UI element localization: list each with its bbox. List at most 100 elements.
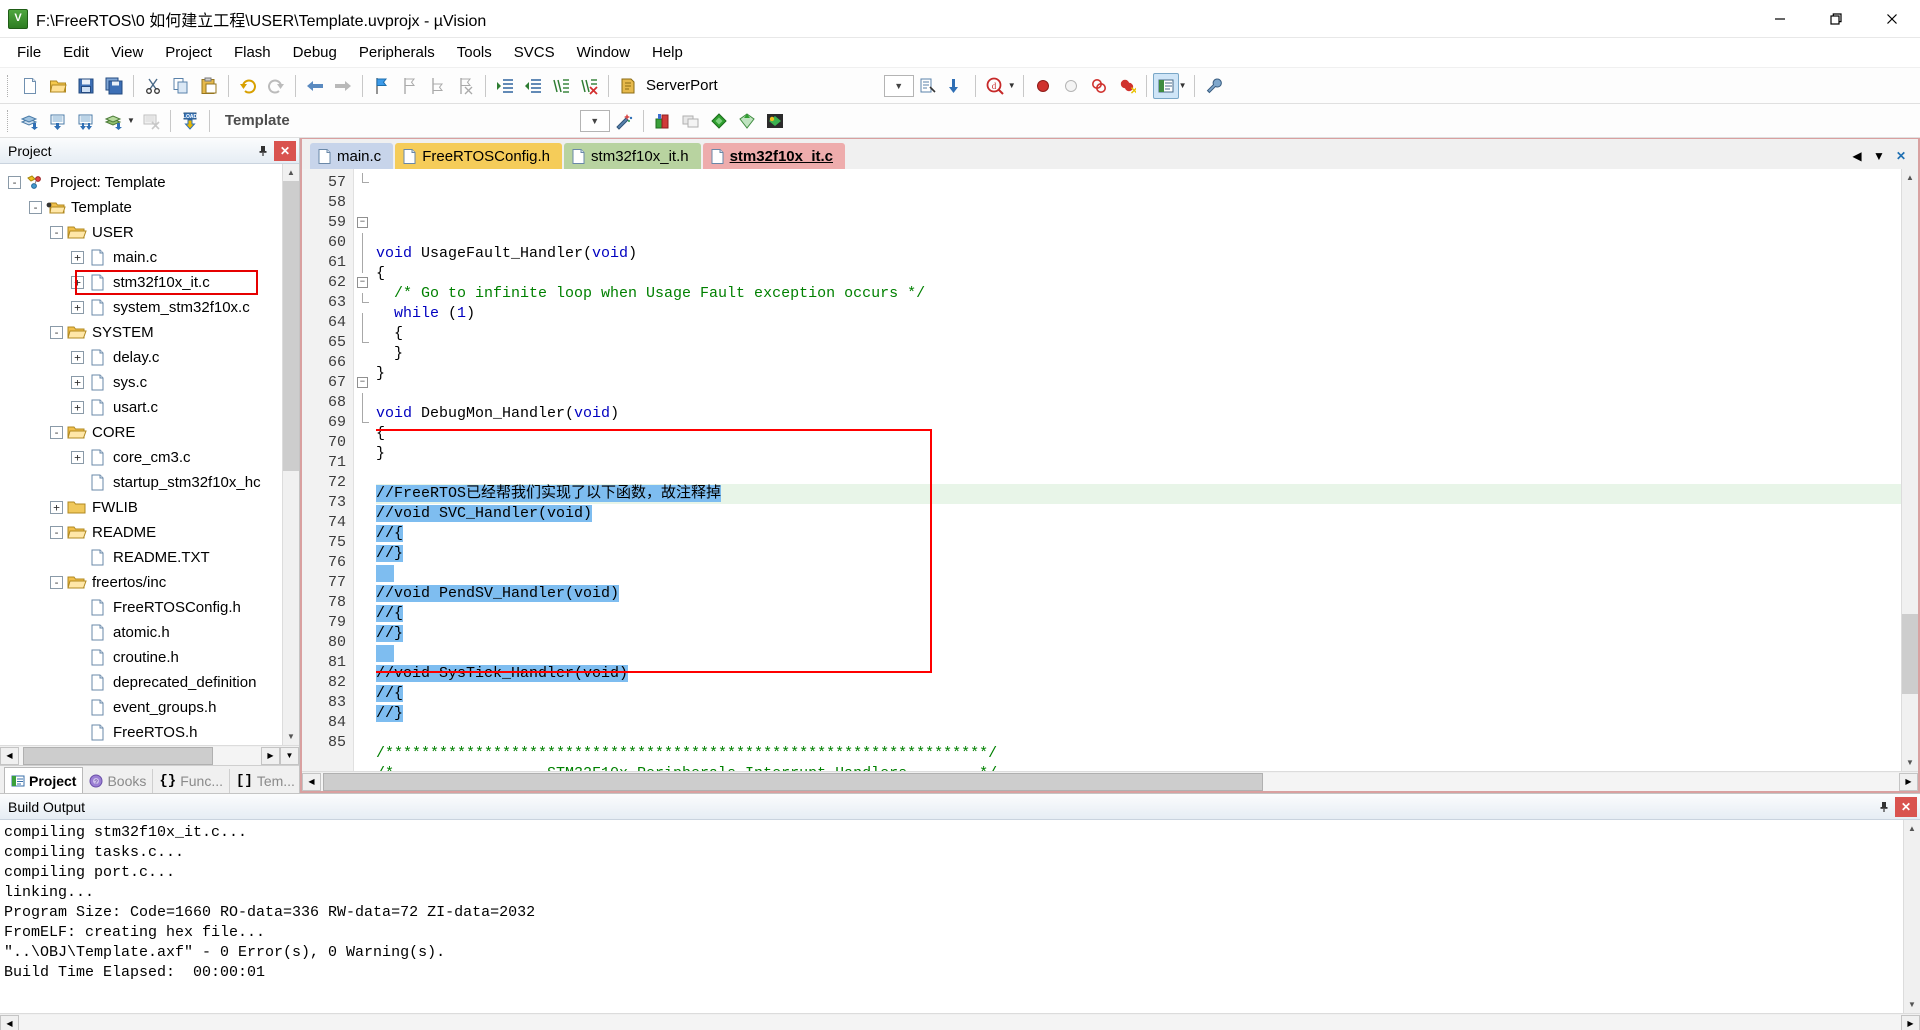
close-button[interactable]	[1864, 0, 1920, 38]
navigate-back-icon[interactable]	[302, 73, 328, 99]
fold-marker[interactable]	[354, 293, 376, 313]
tab-templates[interactable]: [] Tem...	[230, 769, 302, 793]
debug-dropdown-caret-icon[interactable]: ▼	[1008, 81, 1016, 90]
fold-marker[interactable]	[354, 253, 376, 273]
code-line[interactable]	[376, 564, 1901, 584]
hscroll-thumb[interactable]	[23, 746, 213, 765]
fold-marker[interactable]	[354, 393, 376, 413]
tree-item-core[interactable]: - CORE	[4, 420, 282, 445]
menu-edit[interactable]: Edit	[52, 40, 100, 65]
scroll-up-arrow-icon[interactable]: ▲	[283, 164, 299, 181]
code-vertical-scrollbar[interactable]: ▲ ▼	[1901, 169, 1918, 771]
scroll-up-arrow-icon[interactable]: ▲	[1902, 169, 1918, 186]
fold-collapse-icon[interactable]: −	[357, 277, 368, 288]
project-tree-container[interactable]: - Project: Template - Template - USER + main.c +…	[0, 164, 299, 745]
fold-marker[interactable]	[354, 413, 376, 433]
code-line[interactable]: //}	[376, 624, 1901, 644]
pin-icon[interactable]	[1873, 797, 1895, 817]
collapse-toggle-icon[interactable]: -	[50, 526, 63, 539]
manage-windows-caret-icon[interactable]: ▼	[1179, 81, 1187, 90]
expand-toggle-icon[interactable]: +	[71, 251, 84, 264]
code-line[interactable]: }	[376, 344, 1901, 364]
menu-project[interactable]: Project	[154, 40, 223, 65]
code-line[interactable]: //void SysTick_Handler(void)	[376, 664, 1901, 684]
jump-to-definition-icon[interactable]	[943, 73, 969, 99]
tree-item-core-cm3-c[interactable]: + core_cm3.c	[4, 445, 282, 470]
scroll-right-arrow-icon[interactable]: ▶	[1901, 1014, 1920, 1030]
project-tree-vertical-scrollbar[interactable]: ▲ ▼	[282, 164, 299, 745]
tab-books[interactable]: ? Books	[83, 769, 154, 793]
editor-tab-stm32f10x-it-h[interactable]: stm32f10x_it.h	[564, 143, 701, 169]
editor-tab-main-c[interactable]: main.c	[310, 143, 394, 169]
tree-item-template[interactable]: - Template	[4, 195, 282, 220]
tree-item-atomic-h[interactable]: atomic.h	[4, 620, 282, 645]
collapse-toggle-icon[interactable]: -	[50, 226, 63, 239]
fold-marker[interactable]: −	[354, 373, 376, 393]
scroll-more-arrow-icon[interactable]: ▼	[280, 746, 299, 765]
code-folding-column[interactable]: − − −	[354, 169, 376, 771]
menu-svcs[interactable]: SVCS	[503, 40, 566, 65]
configuration-wizard-icon[interactable]	[611, 108, 637, 134]
scroll-right-arrow-icon[interactable]: ▶	[1899, 772, 1918, 791]
toolbar-grip[interactable]	[7, 109, 13, 132]
build-hscroll-track[interactable]	[19, 1014, 1901, 1030]
target-select-dropdown[interactable]: ▼	[579, 109, 610, 132]
code-line[interactable]: /* STM32F10x Peripherals Interrupt Handl…	[376, 764, 1901, 771]
editor-tab-stm32f10x-it-c[interactable]: stm32f10x_it.c	[702, 143, 845, 169]
code-line[interactable]: /***************************************…	[376, 744, 1901, 764]
tab-project[interactable]: Project	[4, 767, 84, 793]
scroll-left-arrow-icon[interactable]: ◀	[302, 772, 321, 791]
save-all-icon[interactable]	[101, 73, 127, 99]
batch-build-icon[interactable]	[101, 108, 127, 134]
scroll-thumb[interactable]	[1902, 614, 1918, 694]
tree-item-user[interactable]: - USER	[4, 220, 282, 245]
code-line[interactable]: {	[376, 324, 1901, 344]
expand-toggle-icon[interactable]: +	[71, 276, 84, 289]
tree-item-main-c[interactable]: + main.c	[4, 245, 282, 270]
tab-scroll-left-icon[interactable]: ◀	[1846, 143, 1868, 169]
menu-help[interactable]: Help	[641, 40, 694, 65]
expand-toggle-icon[interactable]: +	[71, 401, 84, 414]
scroll-up-arrow-icon[interactable]: ▲	[1904, 820, 1920, 837]
expand-toggle-icon[interactable]: +	[71, 301, 84, 314]
close-tab-icon[interactable]: ✕	[1890, 143, 1912, 169]
scroll-right-arrow-icon[interactable]: ▶	[261, 746, 280, 765]
stop-build-icon[interactable]	[138, 108, 164, 134]
scroll-down-arrow-icon[interactable]: ▼	[1902, 754, 1918, 771]
comment-icon[interactable]	[548, 73, 574, 99]
code-line[interactable]: //{	[376, 684, 1901, 704]
tree-item-sys-c[interactable]: + sys.c	[4, 370, 282, 395]
save-icon[interactable]	[73, 73, 99, 99]
tree-item-croutine-h[interactable]: croutine.h	[4, 645, 282, 670]
menu-debug[interactable]: Debug	[282, 40, 348, 65]
find-in-files-icon[interactable]	[915, 73, 941, 99]
tree-item-fwlib[interactable]: + FWLIB	[4, 495, 282, 520]
code-horizontal-scrollbar[interactable]: ◀ ▶	[302, 771, 1918, 791]
code-line[interactable]: void DebugMon_Handler(void)	[376, 404, 1901, 424]
translate-icon[interactable]	[17, 108, 43, 134]
code-line[interactable]: /* Go to infinite loop when Usage Fault …	[376, 284, 1901, 304]
code-line[interactable]: //}	[376, 544, 1901, 564]
menu-tools[interactable]: Tools	[446, 40, 503, 65]
uncomment-icon[interactable]	[576, 73, 602, 99]
tree-item-freertos-inc[interactable]: - freertos/inc	[4, 570, 282, 595]
code-line[interactable]	[376, 384, 1901, 404]
undo-icon[interactable]	[235, 73, 261, 99]
batch-build-caret-icon[interactable]: ▼	[127, 116, 135, 125]
tree-item-delay-c[interactable]: + delay.c	[4, 345, 282, 370]
code-line[interactable]: //{	[376, 604, 1901, 624]
scroll-left-arrow-icon[interactable]: ◀	[0, 746, 19, 765]
scroll-down-arrow-icon[interactable]: ▼	[283, 728, 299, 745]
fold-marker[interactable]: −	[354, 273, 376, 293]
maximize-button[interactable]	[1808, 0, 1864, 38]
fold-marker[interactable]: −	[354, 213, 376, 233]
tree-item-deprecated-definition[interactable]: deprecated_definition	[4, 670, 282, 695]
tree-item-startup-stm32f10x-hc[interactable]: startup_stm32f10x_hc	[4, 470, 282, 495]
expand-toggle-icon[interactable]: +	[71, 351, 84, 364]
scroll-down-arrow-icon[interactable]: ▼	[1904, 996, 1920, 1013]
collapse-toggle-icon[interactable]: -	[8, 176, 21, 189]
start-debug-icon[interactable]: d	[982, 73, 1008, 99]
outdent-icon[interactable]	[520, 73, 546, 99]
tree-item-event-groups-h[interactable]: event_groups.h	[4, 695, 282, 720]
download-icon[interactable]: LOAD	[177, 108, 203, 134]
